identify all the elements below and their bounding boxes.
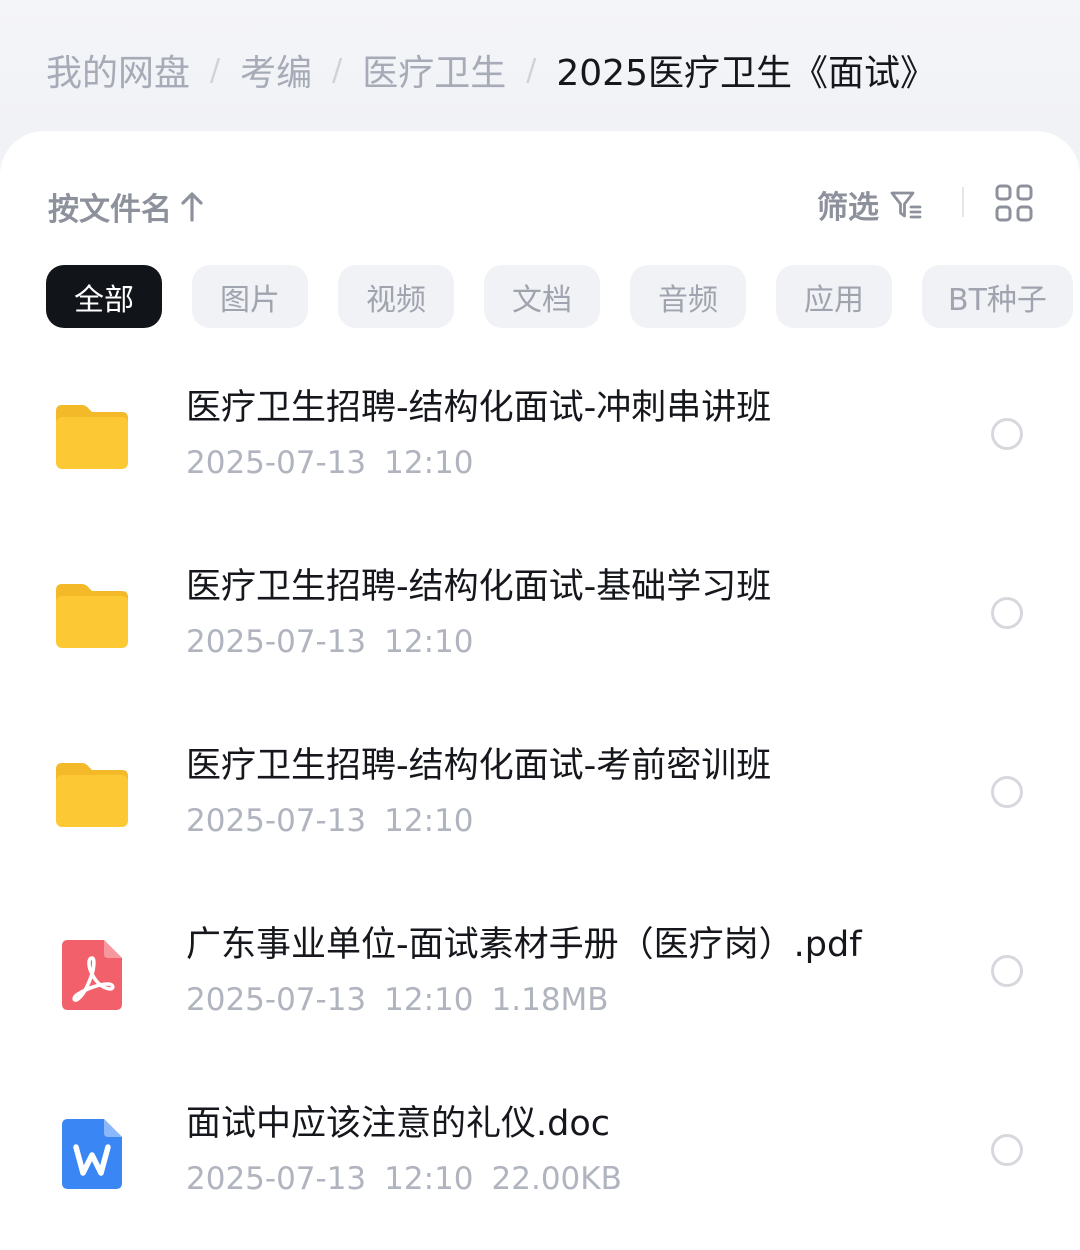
file-list: 医疗卫生招聘-结构化面试-冲刺串讲班 2025-07-13 12:10 医疗卫生…	[0, 355, 1080, 1250]
sort-label: 按文件名	[48, 192, 172, 228]
select-checkbox[interactable]	[991, 418, 1023, 450]
file-date: 2025-07-13	[186, 1161, 367, 1197]
file-row[interactable]: 医疗卫生招聘-结构化面试-基础学习班 2025-07-13 12:10	[0, 534, 1080, 713]
file-meta: 2025-07-13 12:10 1.18MB	[186, 982, 609, 1018]
breadcrumb-separator: /	[332, 52, 343, 88]
select-checkbox[interactable]	[991, 597, 1023, 629]
filter-icon	[890, 191, 922, 218]
file-browser-panel: 按文件名 筛选 全部 图片 视频 文档 音频 应用 BT种子 医疗卫生招聘-结构…	[0, 131, 1080, 1250]
file-name: 医疗卫生招聘-结构化面试-基础学习班	[186, 567, 772, 607]
word-icon	[62, 1119, 122, 1189]
file-date: 2025-07-13	[186, 445, 367, 481]
file-meta: 2025-07-13 12:10	[186, 803, 474, 839]
arrow-up-icon	[181, 191, 203, 222]
filter-button[interactable]: 筛选	[817, 182, 923, 227]
file-name: 医疗卫生招聘-结构化面试-冲刺串讲班	[186, 388, 772, 428]
grid-view-icon[interactable]	[994, 183, 1034, 223]
file-size: 22.00KB	[491, 1161, 622, 1197]
file-name: 医疗卫生招聘-结构化面试-考前密训班	[186, 746, 772, 786]
file-meta: 2025-07-13 12:10	[186, 624, 474, 660]
file-date: 2025-07-13	[186, 982, 367, 1018]
breadcrumb: 我的网盘 / 考编 / 医疗卫生 / 2025医疗卫生《面试》	[46, 40, 936, 100]
file-time: 12:10	[384, 445, 474, 481]
breadcrumb-item-medical[interactable]: 医疗卫生	[362, 44, 506, 96]
folder-icon	[56, 405, 128, 469]
file-name: 广东事业单位-面试素材手册（医疗岗）.pdf	[186, 925, 862, 965]
file-date: 2025-07-13	[186, 624, 367, 660]
screen: 我的网盘 / 考编 / 医疗卫生 / 2025医疗卫生《面试》 按文件名 筛选	[0, 0, 1080, 1250]
breadcrumb-separator: /	[526, 52, 537, 88]
folder-icon	[56, 763, 128, 827]
file-row[interactable]: 医疗卫生招聘-结构化面试-冲刺串讲班 2025-07-13 12:10	[0, 355, 1080, 534]
folder-icon	[56, 584, 128, 648]
file-row[interactable]: 医疗卫生招聘-结构化面试-考前密训班 2025-07-13 12:10	[0, 713, 1080, 892]
select-checkbox[interactable]	[991, 776, 1023, 808]
chip-audio[interactable]: 音频	[630, 265, 746, 328]
file-time: 12:10	[384, 982, 474, 1018]
file-time: 12:10	[384, 1161, 474, 1197]
file-meta: 2025-07-13 12:10	[186, 445, 474, 481]
file-name: 面试中应该注意的礼仪.doc	[186, 1104, 610, 1144]
breadcrumb-item-exam[interactable]: 考编	[240, 44, 312, 96]
select-checkbox[interactable]	[991, 1134, 1023, 1166]
breadcrumb-current-folder: 2025医疗卫生《面试》	[556, 53, 936, 94]
sort-by-name-button[interactable]: 按文件名	[48, 184, 206, 229]
file-size: 1.18MB	[491, 982, 609, 1018]
file-row[interactable]: 广东事业单位-面试素材手册（医疗岗）.pdf 2025-07-13 12:10 …	[0, 892, 1080, 1071]
breadcrumb-item-my-drive[interactable]: 我的网盘	[46, 44, 190, 96]
filter-label: 筛选	[817, 190, 879, 226]
chip-all[interactable]: 全部	[46, 265, 162, 328]
pdf-icon	[62, 940, 122, 1010]
file-meta: 2025-07-13 12:10 22.00KB	[186, 1161, 622, 1197]
file-row[interactable]: 面试中应该注意的礼仪.doc 2025-07-13 12:10 22.00KB	[0, 1071, 1080, 1250]
file-time: 12:10	[384, 624, 474, 660]
chip-apps[interactable]: 应用	[776, 265, 892, 328]
file-date: 2025-07-13	[186, 803, 367, 839]
file-time: 12:10	[384, 803, 474, 839]
select-checkbox[interactable]	[991, 955, 1023, 987]
toolbar-divider	[962, 187, 964, 217]
chip-bt-torrents[interactable]: BT种子	[922, 265, 1073, 328]
chip-videos[interactable]: 视频	[338, 265, 454, 328]
file-type-filter-chips: 全部 图片 视频 文档 音频 应用 BT种子	[46, 265, 1073, 328]
chip-documents[interactable]: 文档	[484, 265, 600, 328]
breadcrumb-separator: /	[210, 52, 221, 88]
chip-images[interactable]: 图片	[192, 265, 308, 328]
